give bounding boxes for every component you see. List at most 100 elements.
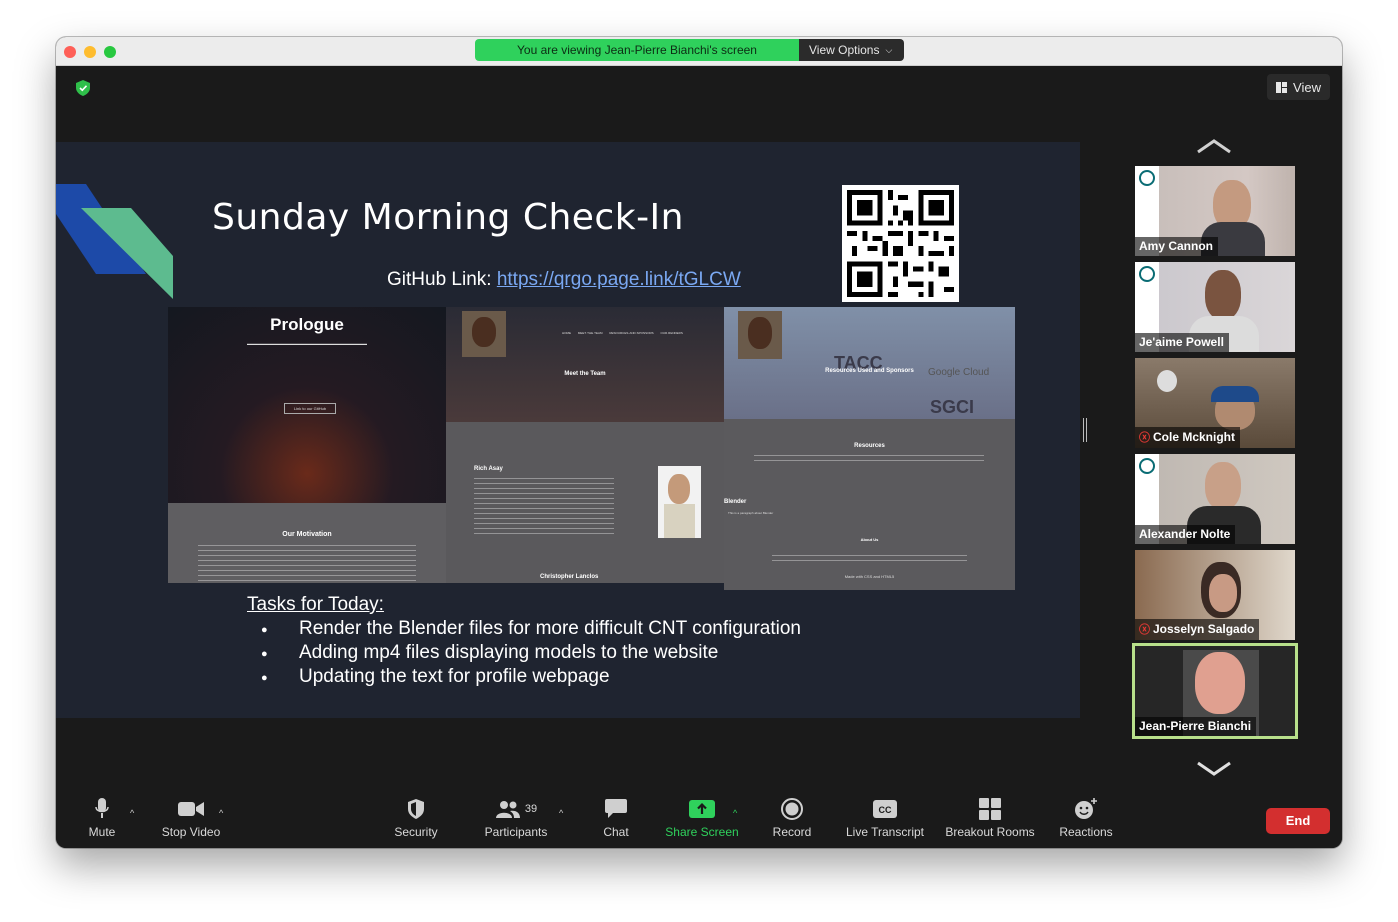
scroll-down-chevron-icon[interactable]	[1196, 759, 1232, 777]
participants-count: 39	[524, 803, 538, 815]
muted-mic-icon: ⓧ	[1139, 432, 1150, 444]
tasks-heading: Tasks for Today:	[247, 594, 384, 615]
meeting-top-area: View	[56, 66, 1342, 142]
security-button[interactable]: Security	[390, 794, 442, 848]
reactions-smiley-icon	[1075, 798, 1097, 819]
reactions-button[interactable]: Reactions	[1054, 794, 1118, 848]
record-icon	[781, 798, 803, 820]
end-meeting-button[interactable]: End	[1266, 808, 1330, 834]
blender-heading: Blender	[724, 499, 747, 505]
share-options-caret-icon[interactable]: ^	[733, 808, 737, 818]
participant-tile-active-speaker[interactable]: Jean-Pierre Bianchi	[1132, 643, 1298, 739]
view-options-button[interactable]: View Options ⌵	[798, 39, 905, 61]
qr-code	[842, 185, 959, 302]
participants-options-caret-icon[interactable]: ^	[559, 808, 563, 818]
participant-tile[interactable]: ⓧ Cole Mcknight	[1135, 358, 1295, 448]
meeting-controls-toolbar: Mute ^ Stop Video ^ Security 39 Particip…	[56, 794, 1342, 848]
resources-heading: Resources	[854, 443, 885, 449]
slide-decoration-stripes	[56, 184, 173, 299]
participant-cap	[1211, 386, 1259, 402]
svg-text:CC: CC	[879, 805, 892, 815]
participant-name: Alexander Nolte	[1135, 525, 1236, 544]
participants-icon	[495, 801, 520, 818]
qr-code-image	[847, 190, 954, 297]
website-resources-panel: Resources Blender This is a paragraph ab…	[724, 419, 1015, 590]
minimize-window-button[interactable]	[84, 46, 96, 58]
task-item: Render the Blender files for more diffic…	[247, 618, 801, 642]
about-text	[772, 555, 967, 565]
muted-mic-icon: ⓧ	[1139, 624, 1150, 636]
record-button[interactable]: Record	[766, 794, 818, 848]
participant-name: ⓧ Cole Mcknight	[1135, 427, 1241, 448]
participant-face	[1209, 574, 1237, 612]
github-line: GitHub Link: https://qrgo.page.link/tGLC…	[387, 269, 741, 291]
sponsor-member-photo	[738, 311, 782, 359]
closed-caption-icon: CC	[873, 800, 897, 818]
member-name-2: Christopher Lanclos	[540, 574, 599, 580]
grid-layout-icon	[1276, 81, 1288, 93]
website-prologue-panel: Prologue ▬▬▬▬▬▬▬▬▬▬▬▬▬▬▬▬▬▬▬▬▬▬▬▬▬▬▬▬▬▬ …	[168, 307, 446, 503]
slide-title: Sunday Morning Check-In	[212, 197, 684, 238]
live-transcript-button[interactable]: CC Live Transcript	[840, 794, 930, 848]
member-bio-1	[474, 478, 614, 534]
participant-name: Jean-Pierre Bianchi	[1135, 717, 1257, 736]
website-team-panel: HOME MEET·THE·TEAM RESOURCES·AND·SPONSOR…	[446, 307, 724, 422]
participant-face	[1205, 270, 1241, 320]
audio-options-caret-icon[interactable]: ^	[130, 808, 134, 818]
share-screen-button[interactable]: Share Screen	[662, 794, 742, 848]
view-options-label: View Options	[808, 43, 880, 57]
scroll-up-chevron-icon[interactable]	[1196, 138, 1232, 156]
participant-name: Je'aime Powell	[1135, 333, 1229, 352]
gallery-resize-handle[interactable]	[1083, 418, 1087, 442]
prologue-heading: Prologue	[270, 315, 344, 334]
microphone-icon	[95, 798, 109, 818]
participant-face	[1205, 462, 1241, 510]
breakout-rooms-button[interactable]: Breakout Rooms	[940, 794, 1040, 848]
member-photo-2	[658, 466, 701, 538]
team-heading: Meet the Team	[564, 371, 606, 377]
team-nav: HOME MEET·THE·TEAM RESOURCES·AND·SPONSOR…	[562, 331, 683, 335]
participant-tile[interactable]: Je'aime Powell	[1135, 262, 1295, 352]
title-bar: You are viewing Jean-Pierre Bianchi's sc…	[56, 37, 1342, 66]
breakout-rooms-icon	[979, 798, 1001, 820]
participants-button[interactable]: 39 Participants	[480, 794, 552, 848]
resources-used-heading: Resources Used and Sponsors	[825, 368, 914, 374]
screen-share-message: You are viewing Jean-Pierre Bianchi's sc…	[475, 39, 799, 61]
participant-name: ⓧ Josselyn Salgado	[1135, 619, 1260, 640]
participant-face	[1195, 652, 1245, 714]
website-motivation-panel: Our Motivation	[168, 503, 446, 583]
member-photo	[462, 311, 506, 357]
chat-bubble-icon	[605, 799, 627, 818]
participant-name: Amy Cannon	[1135, 237, 1219, 256]
prologue-github-button: Link to our GitHub	[284, 403, 336, 414]
zoom-window: You are viewing Jean-Pierre Bianchi's sc…	[56, 37, 1342, 848]
tasks-list: Render the Blender files for more diffic…	[247, 618, 801, 690]
view-label: View	[1293, 79, 1321, 95]
github-label: GitHub Link:	[387, 269, 497, 290]
about-heading: About Us	[860, 537, 879, 542]
share-screen-icon	[689, 800, 715, 818]
prologue-text: ▬▬▬▬▬▬▬▬▬▬▬▬▬▬▬▬▬▬▬▬▬▬▬▬▬▬▬▬▬▬	[247, 341, 367, 346]
website-sponsors-panel: TACC Google Cloud SGCI Resources Used an…	[724, 307, 1015, 419]
participant-tile[interactable]: Amy Cannon	[1135, 166, 1295, 256]
encryption-shield-icon[interactable]	[76, 80, 90, 96]
chevron-down-icon: ⌵	[885, 44, 893, 55]
video-camera-icon	[178, 802, 204, 816]
website-members-panel: Rich Asay Christopher Lanclos	[446, 422, 724, 583]
view-layout-button[interactable]: View	[1267, 74, 1330, 100]
motivation-text	[198, 545, 416, 581]
mute-button[interactable]: Mute	[78, 794, 126, 848]
video-options-caret-icon[interactable]: ^	[219, 808, 223, 818]
participant-tile[interactable]: ⓧ Josselyn Salgado	[1135, 550, 1295, 640]
stop-video-button[interactable]: Stop Video	[156, 794, 226, 848]
participant-tile[interactable]: Alexander Nolte	[1135, 454, 1295, 544]
github-link[interactable]: https://qrgo.page.link/tGLCW	[497, 269, 741, 290]
maximize-window-button[interactable]	[104, 46, 116, 58]
shared-screen: Sunday Morning Check-In GitHub Link: htt…	[56, 142, 1080, 718]
chat-button[interactable]: Chat	[596, 794, 636, 848]
member-name-1: Rich Asay	[474, 466, 503, 472]
screen-share-banner: You are viewing Jean-Pierre Bianchi's sc…	[475, 39, 905, 61]
tasks-section: Tasks for Today: Render the Blender file…	[247, 594, 801, 690]
task-item: Adding mp4 files displaying models to th…	[247, 642, 801, 666]
close-window-button[interactable]	[64, 46, 76, 58]
